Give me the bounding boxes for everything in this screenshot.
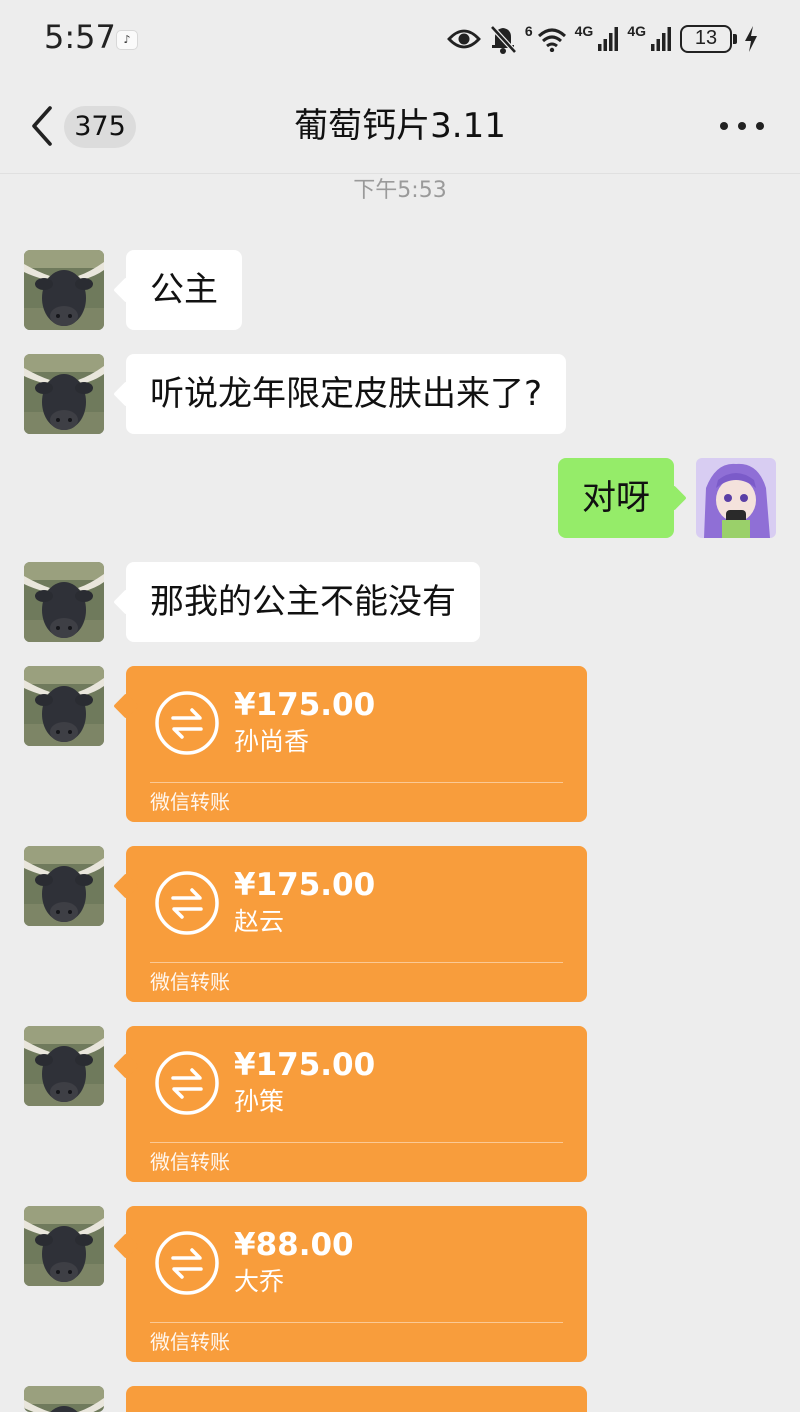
contact-avatar[interactable]: [24, 666, 104, 746]
contact-avatar[interactable]: [24, 846, 104, 926]
incoming-message[interactable]: 那我的公主不能没有: [126, 562, 480, 642]
transfer-divider: [150, 1142, 563, 1143]
signal-2-label: 4G: [627, 23, 646, 39]
signal-1-label: 4G: [574, 23, 594, 39]
contact-avatar[interactable]: [24, 562, 104, 642]
transfer-label: 微信转账: [150, 970, 230, 994]
contact-avatar[interactable]: [24, 1386, 104, 1412]
transfer-card[interactable]: ¥88.00 大乔 微信转账: [126, 1206, 587, 1362]
chat-header: 375 葡萄钙片3.11: [0, 80, 800, 174]
transfer-label: 微信转账: [150, 1150, 230, 1174]
status-icons: 6 4G 4G 13: [446, 22, 758, 56]
transfer-amount: ¥175.00: [234, 1047, 376, 1083]
back-button[interactable]: [28, 104, 58, 148]
more-dots-icon: [720, 122, 728, 130]
transfer-card[interactable]: ¥175.00 孙策 微信转账: [126, 1026, 587, 1182]
transfer-amount: ¥175.00: [234, 687, 376, 723]
transfer-divider: [150, 962, 563, 963]
incoming-message[interactable]: 听说龙年限定皮肤出来了?: [126, 354, 567, 434]
transfer-card[interactable]: ¥175.00 赵云 微信转账: [126, 846, 587, 1002]
contact-avatar[interactable]: [24, 354, 104, 434]
transfer-arrows-icon: [154, 1050, 220, 1116]
incoming-message[interactable]: 公主: [126, 250, 242, 330]
status-bar: 5:57 ♪ 6 4G 4G 13: [0, 0, 800, 80]
contact-avatar[interactable]: [24, 1206, 104, 1286]
status-time: 5:57: [44, 18, 116, 56]
transfer-card[interactable]: [126, 1386, 587, 1412]
transfer-label: 微信转账: [150, 1330, 230, 1354]
transfer-note: 赵云: [234, 907, 285, 936]
battery-indicator: 13: [680, 25, 737, 53]
transfer-note: 孙策: [234, 1087, 285, 1116]
transfer-note: 孙尚香: [234, 727, 310, 756]
outgoing-message[interactable]: 对呀: [558, 458, 674, 538]
transfer-label: 微信转账: [150, 790, 230, 814]
transfer-amount: ¥88.00: [234, 1227, 354, 1263]
signal-icon: [598, 27, 619, 51]
contact-avatar[interactable]: [24, 250, 104, 330]
transfer-card[interactable]: ¥175.00 孙尚香 微信转账: [126, 666, 587, 822]
contact-avatar[interactable]: [24, 1026, 104, 1106]
bell-off-icon: [489, 25, 517, 54]
transfer-arrows-icon: [154, 690, 220, 756]
transfer-arrows-icon: [154, 870, 220, 936]
transfer-divider: [150, 782, 563, 783]
unread-count-badge[interactable]: 375: [64, 106, 136, 148]
lightning-icon: [745, 26, 757, 52]
transfer-arrows-icon: [154, 1230, 220, 1296]
transfer-note: 大乔: [234, 1267, 285, 1296]
message-timestamp: 下午5:53: [353, 178, 447, 203]
more-options-button[interactable]: [720, 114, 764, 138]
transfer-divider: [150, 1322, 563, 1323]
wifi-label: 6: [524, 23, 533, 39]
transfer-amount: ¥175.00: [234, 867, 376, 903]
my-avatar[interactable]: [696, 458, 776, 538]
wifi-icon: [537, 28, 566, 52]
tiktok-notification-icon: ♪: [116, 30, 138, 50]
eye-icon: [446, 29, 481, 49]
signal-icon: [651, 27, 671, 51]
